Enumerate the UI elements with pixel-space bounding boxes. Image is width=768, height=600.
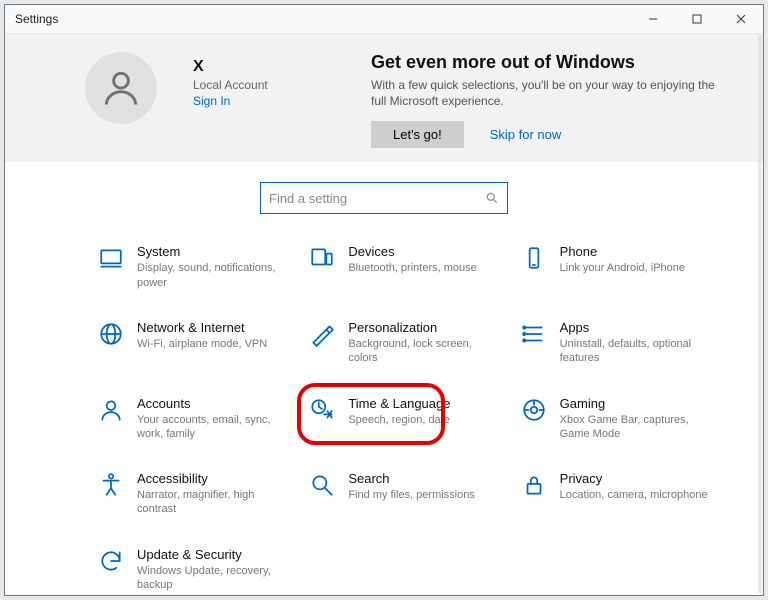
promo-cta-button[interactable]: Let's go!	[371, 121, 464, 148]
tile-privacy[interactable]: Privacy Location, camera, microphone	[518, 467, 713, 521]
promo-subtitle: With a few quick selections, you'll be o…	[371, 77, 731, 109]
tile-label: Privacy	[560, 471, 708, 486]
promo-skip-link[interactable]: Skip for now	[490, 127, 562, 142]
scrollbar[interactable]	[758, 35, 762, 593]
tile-desc: Link your Android, iPhone	[560, 261, 685, 275]
tile-label: System	[137, 244, 287, 259]
accounts-icon	[97, 396, 125, 424]
maximize-button[interactable]	[675, 5, 719, 33]
account-type: Local Account	[193, 78, 268, 92]
avatar[interactable]	[85, 52, 157, 124]
tile-accessibility[interactable]: Accessibility Narrator, magnifier, high c…	[95, 467, 290, 521]
tile-desc: Display, sound, notifications, power	[137, 261, 287, 290]
tile-label: Accessibility	[137, 471, 287, 486]
tile-phone[interactable]: Phone Link your Android, iPhone	[518, 240, 713, 294]
update-security-icon	[97, 547, 125, 575]
tile-label: Personalization	[348, 320, 498, 335]
tile-label: Time & Language	[348, 396, 450, 411]
tile-desc: Speech, region, date	[348, 413, 450, 427]
devices-icon	[308, 244, 336, 272]
tile-gaming[interactable]: Gaming Xbox Game Bar, captures, Game Mode	[518, 392, 713, 446]
search-input[interactable]: Find a setting	[260, 182, 508, 214]
settings-window: Settings X Local Account Sign In Get eve…	[4, 4, 764, 596]
tile-desc: Bluetooth, printers, mouse	[348, 261, 476, 275]
personalization-icon	[308, 320, 336, 348]
tile-desc: Find my files, permissions	[348, 488, 475, 502]
tile-desc: Wi-Fi, airplane mode, VPN	[137, 337, 267, 351]
close-button[interactable]	[719, 5, 763, 33]
window-title: Settings	[5, 12, 631, 26]
tile-label: Search	[348, 471, 475, 486]
tile-system[interactable]: System Display, sound, notifications, pow…	[95, 240, 290, 294]
signin-link[interactable]: Sign In	[193, 94, 268, 108]
tile-label: Phone	[560, 244, 685, 259]
account-username: X	[193, 58, 268, 76]
phone-icon	[520, 244, 548, 272]
tile-devices[interactable]: Devices Bluetooth, printers, mouse	[306, 240, 501, 294]
tile-desc: Narrator, magnifier, high contrast	[137, 488, 287, 517]
tile-network-internet[interactable]: Network & Internet Wi-Fi, airplane mode, …	[95, 316, 290, 370]
system-icon	[97, 244, 125, 272]
tile-desc: Location, camera, microphone	[560, 488, 708, 502]
tile-accounts[interactable]: Accounts Your accounts, email, sync, work…	[95, 392, 290, 446]
tile-label: Gaming	[560, 396, 710, 411]
search-icon	[485, 191, 499, 205]
tile-label: Devices	[348, 244, 476, 259]
tile-desc: Xbox Game Bar, captures, Game Mode	[560, 413, 710, 442]
account-block: X Local Account Sign In	[193, 58, 268, 148]
tile-personalization[interactable]: Personalization Background, lock screen, …	[306, 316, 501, 370]
tile-search[interactable]: Search Find my files, permissions	[306, 467, 501, 521]
minimize-button[interactable]	[631, 5, 675, 33]
titlebar: Settings	[5, 5, 763, 34]
tile-label: Apps	[560, 320, 710, 335]
tile-label: Update & Security	[137, 547, 287, 562]
privacy-icon	[520, 471, 548, 499]
promo-title: Get even more out of Windows	[371, 52, 731, 73]
tile-apps[interactable]: Apps Uninstall, defaults, optional featur…	[518, 316, 713, 370]
person-icon	[99, 66, 143, 110]
search-icon	[308, 471, 336, 499]
category-grid: System Display, sound, notifications, pow…	[5, 226, 763, 595]
tile-desc: Your accounts, email, sync, work, family	[137, 413, 287, 442]
search-row: Find a setting	[5, 162, 763, 226]
accessibility-icon	[97, 471, 125, 499]
search-placeholder: Find a setting	[269, 191, 485, 206]
tile-desc: Windows Update, recovery, backup	[137, 564, 287, 593]
tile-update-security[interactable]: Update & Security Windows Update, recover…	[95, 543, 290, 595]
promo-block: Get even more out of Windows With a few …	[371, 52, 731, 148]
tile-desc: Background, lock screen, colors	[348, 337, 498, 366]
tile-label: Accounts	[137, 396, 287, 411]
tile-time-language[interactable]: Time & Language Speech, region, date	[306, 392, 501, 446]
tile-desc: Uninstall, defaults, optional features	[560, 337, 710, 366]
gaming-icon	[520, 396, 548, 424]
hero-panel: X Local Account Sign In Get even more ou…	[5, 34, 763, 162]
apps-icon	[520, 320, 548, 348]
network-internet-icon	[97, 320, 125, 348]
time-language-icon	[308, 396, 336, 424]
tile-label: Network & Internet	[137, 320, 267, 335]
